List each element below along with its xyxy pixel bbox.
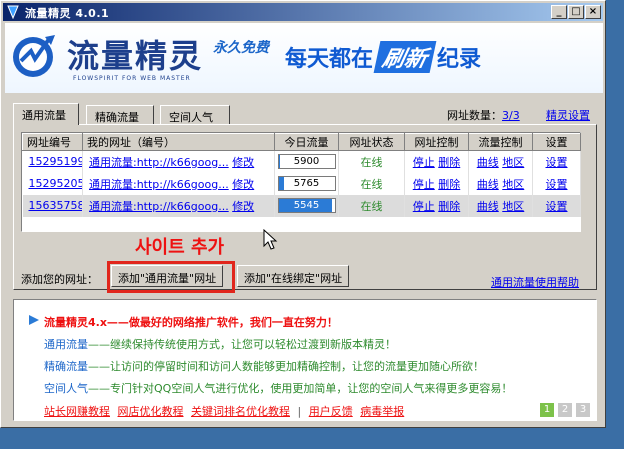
general-traffic-help-link[interactable]: 通用流量使用帮助 bbox=[491, 274, 579, 290]
highlight-box bbox=[107, 261, 235, 293]
separator: | bbox=[297, 405, 302, 418]
title-bar[interactable]: 流量精灵 4.0.1 _ □ × bbox=[3, 3, 603, 21]
user-feedback-link[interactable]: 用户反馈 bbox=[309, 405, 353, 418]
app-icon bbox=[7, 5, 19, 19]
edit-link[interactable]: 修改 bbox=[232, 156, 254, 169]
header-id[interactable]: 网址编号 bbox=[22, 133, 83, 151]
bullet-icon bbox=[29, 315, 39, 325]
url-id-link[interactable]: 15635758 bbox=[29, 199, 82, 212]
curve-link[interactable]: 曲线 bbox=[477, 156, 499, 169]
status-online: 在线 bbox=[338, 150, 405, 173]
edit-link[interactable]: 修改 bbox=[232, 178, 254, 191]
row-settings-link[interactable]: 设置 bbox=[546, 156, 568, 169]
url-link[interactable]: 通用流量:http://k66goog... bbox=[89, 200, 229, 213]
close-button[interactable]: × bbox=[585, 5, 601, 19]
table-row-selected[interactable]: 15635758 通用流量:http://k66goog... 修改 5545 … bbox=[22, 194, 581, 217]
traffic-meter: 5765 bbox=[277, 176, 336, 191]
tab-space-popularity[interactable]: 空间人气 bbox=[160, 105, 230, 125]
stop-link[interactable]: 停止 bbox=[413, 156, 435, 169]
keyword-ranking-link[interactable]: 关键词排名优化教程 bbox=[191, 405, 290, 418]
header-traffic[interactable]: 今日流量 bbox=[274, 133, 339, 151]
row-settings-link[interactable]: 设置 bbox=[546, 200, 568, 213]
page-2-button[interactable]: 2 bbox=[558, 403, 572, 417]
header-traffic-control[interactable]: 流量控制 bbox=[468, 133, 533, 151]
traffic-value: 5765 bbox=[293, 178, 320, 189]
curve-link[interactable]: 曲线 bbox=[477, 200, 499, 213]
url-id-link[interactable]: 15295205 bbox=[29, 177, 82, 190]
logo-text: 流量精灵 bbox=[67, 37, 204, 75]
mouse-cursor-icon bbox=[263, 229, 278, 250]
stop-link[interactable]: 停止 bbox=[413, 178, 435, 191]
annotation-add-site: 사이트 추가 bbox=[135, 237, 225, 258]
shop-optimization-link[interactable]: 网店优化教程 bbox=[118, 405, 184, 418]
delete-link[interactable]: 删除 bbox=[438, 156, 460, 169]
virus-report-link[interactable]: 病毒举报 bbox=[360, 405, 404, 418]
status-online: 在线 bbox=[338, 194, 405, 217]
main-window: 流量精灵 4.0.1 _ □ × 流量精灵 FLOWSPIRIT FOR WEB… bbox=[0, 0, 606, 428]
page-1-button[interactable]: 1 bbox=[540, 403, 554, 417]
url-link[interactable]: 通用流量:http://k66goog... bbox=[89, 156, 229, 169]
header-url-control[interactable]: 网址控制 bbox=[404, 133, 469, 151]
traffic-meter: 5545 bbox=[277, 198, 336, 213]
url-count-label: 网址数量： bbox=[447, 109, 502, 122]
edit-link[interactable]: 修改 bbox=[232, 200, 254, 213]
news-line-text: ——继续保持传统使用方式，让您可以轻松过渡到新版本精灵！ bbox=[88, 338, 396, 351]
logo-icon bbox=[13, 35, 55, 77]
minimize-button[interactable]: _ bbox=[551, 5, 567, 19]
delete-link[interactable]: 删除 bbox=[438, 200, 460, 213]
tab-precise-traffic[interactable]: 精确流量 bbox=[86, 105, 154, 125]
news-line-title: 精确流量 bbox=[44, 360, 88, 373]
stop-link[interactable]: 停止 bbox=[413, 200, 435, 213]
url-table: 网址编号 我的网址（编号） 今日流量 网址状态 网址控制 流量控制 设置 152… bbox=[21, 132, 581, 232]
table-row[interactable]: 15295199 通用流量:http://k66goog... 修改 5900 … bbox=[22, 150, 581, 173]
header-status[interactable]: 网址状态 bbox=[338, 133, 405, 151]
region-link[interactable]: 地区 bbox=[502, 178, 524, 191]
window-title: 流量精灵 4.0.1 bbox=[25, 7, 110, 20]
webmaster-tutorial-link[interactable]: 站长网赚教程 bbox=[44, 405, 110, 418]
news-line-text: ——让访问的停留时间和访问人数能够更加精确控制，让您的流量更加随心所欲！ bbox=[88, 360, 484, 373]
url-count-link[interactable]: 3/3 bbox=[502, 109, 520, 122]
traffic-value: 5545 bbox=[293, 200, 320, 211]
header-settings[interactable]: 设置 bbox=[532, 133, 581, 151]
table-row[interactable]: 15295205 通用流量:http://k66goog... 修改 5765 … bbox=[22, 172, 581, 195]
news-links: 站长网赚教程 网店优化教程 关键词排名优化教程 | 用户反馈 病毒举报 bbox=[44, 403, 408, 419]
logo-subtitle: FLOWSPIRIT FOR WEB MASTER bbox=[73, 75, 191, 82]
spirit-settings-link[interactable]: 精灵设置 bbox=[546, 107, 590, 123]
tab-general-traffic[interactable]: 通用流量 bbox=[13, 103, 79, 125]
traffic-value: 5900 bbox=[293, 156, 320, 168]
slogan-part-a: 每天都在 bbox=[285, 47, 374, 72]
url-link[interactable]: 通用流量:http://k66goog... bbox=[89, 178, 229, 191]
free-tag: 永久免费 bbox=[213, 40, 269, 56]
url-count: 网址数量：3/3 bbox=[447, 107, 520, 123]
curve-link[interactable]: 曲线 bbox=[477, 178, 499, 191]
maximize-button[interactable]: □ bbox=[568, 5, 584, 19]
news-headline: 流量精灵4.x——做最好的网络推广软件，我们一直在努力！ bbox=[44, 316, 338, 329]
news-line-title: 通用流量 bbox=[44, 338, 88, 351]
row-settings-link[interactable]: 设置 bbox=[546, 178, 568, 191]
status-online: 在线 bbox=[338, 172, 405, 195]
news-line-title: 空间人气 bbox=[44, 382, 88, 395]
banner: 流量精灵 FLOWSPIRIT FOR WEB MASTER 永久免费 每天都在… bbox=[5, 23, 603, 93]
page-3-button[interactable]: 3 bbox=[576, 403, 590, 417]
slogan: 每天都在 刷新 纪录 bbox=[285, 41, 481, 73]
table-header: 网址编号 我的网址（编号） 今日流量 网址状态 网址控制 流量控制 设置 bbox=[22, 133, 581, 151]
region-link[interactable]: 地区 bbox=[502, 156, 524, 169]
slogan-highlight: 刷新 bbox=[373, 41, 437, 73]
news-line-precise: 精确流量——让访问的停留时间和访问人数能够更加精确控制，让您的流量更加随心所欲！ bbox=[44, 358, 484, 374]
news-line-space: 空间人气——专门针对QQ空间人气进行优化，使用更加简单，让您的空间人气来得更多更… bbox=[44, 380, 512, 396]
url-id-link[interactable]: 15295199 bbox=[29, 155, 82, 168]
header-url[interactable]: 我的网址（编号） bbox=[82, 133, 275, 151]
add-url-label: 添加您的网址： bbox=[21, 273, 98, 286]
delete-link[interactable]: 删除 bbox=[438, 178, 460, 191]
traffic-meter: 5900 bbox=[277, 154, 336, 170]
news-line-general: 通用流量——继续保持传统使用方式，让您可以轻松过渡到新版本精灵！ bbox=[44, 336, 396, 352]
news-panel: 流量精灵4.x——做最好的网络推广软件，我们一直在努力！ 通用流量——继续保持传… bbox=[13, 299, 597, 421]
region-link[interactable]: 地区 bbox=[502, 200, 524, 213]
news-line-text: ——专门针对QQ空间人气进行优化，使用更加简单，让您的空间人气来得更多更容易！ bbox=[88, 382, 513, 395]
slogan-part-b: 纪录 bbox=[437, 47, 482, 72]
add-online-binding-button[interactable]: 添加"在线绑定"网址 bbox=[237, 265, 350, 287]
